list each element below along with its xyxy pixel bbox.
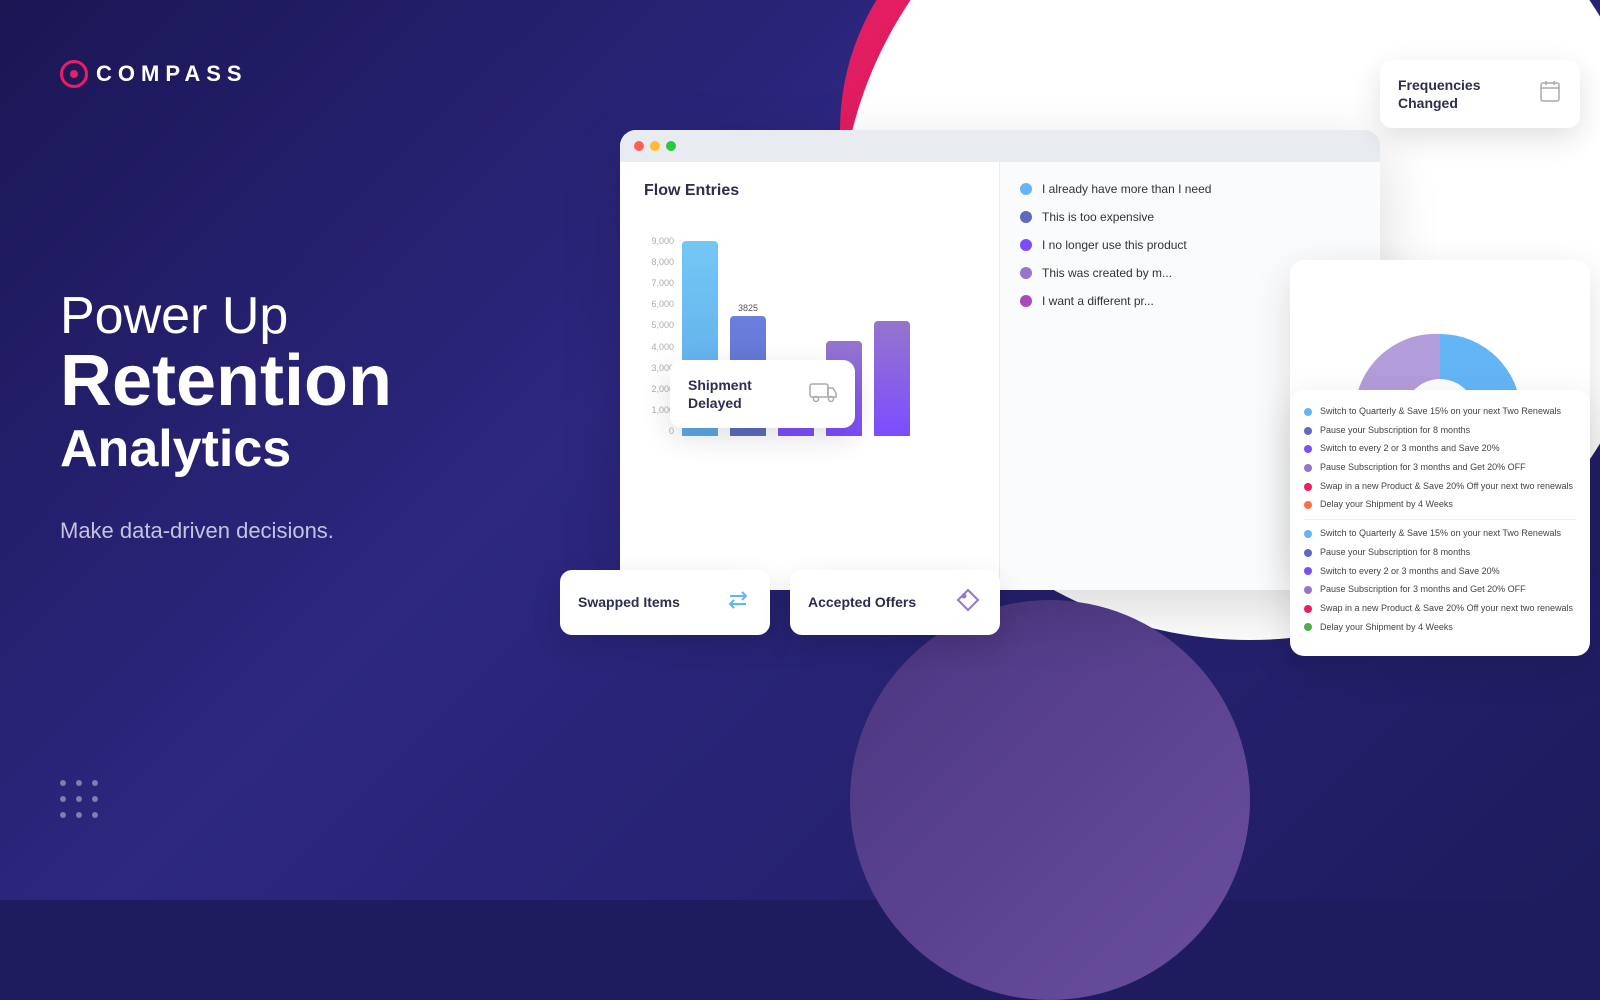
logo: COMPASS	[60, 60, 620, 88]
list-text: Pause your Subscription for 8 months	[1320, 425, 1470, 437]
reason-item-3: I no longer use this product	[1020, 238, 1360, 252]
list-dot	[1304, 567, 1312, 575]
reason-text: I want a different pr...	[1042, 294, 1154, 308]
reason-text: This was created by m...	[1042, 266, 1172, 280]
list-item: Pause your Subscription for 8 months	[1304, 425, 1576, 437]
y-label: 5,000	[644, 320, 674, 330]
y-label: 4,000	[644, 342, 674, 352]
list-dot	[1304, 530, 1312, 538]
list-dot	[1304, 464, 1312, 472]
list-dot	[1304, 586, 1312, 594]
list-item: Pause Subscription for 3 months and Get …	[1304, 584, 1576, 596]
list-dot	[1304, 427, 1312, 435]
left-panel: COMPASS Power Up Retention Analytics Mak…	[60, 0, 620, 900]
reason-dot	[1020, 183, 1032, 195]
reason-dot	[1020, 239, 1032, 251]
list-item: Swap in a new Product & Save 20% Off you…	[1304, 603, 1576, 615]
list-item: Swap in a new Product & Save 20% Off you…	[1304, 481, 1576, 493]
frequencies-title: Frequencies Changed	[1398, 76, 1538, 112]
y-label: 9,000	[644, 236, 674, 246]
hero-line2: Retention	[60, 345, 620, 417]
list-text: Switch to Quarterly & Save 15% on your n…	[1320, 406, 1561, 418]
chart-title: Flow Entries	[644, 182, 975, 200]
list-text: Pause Subscription for 3 months and Get …	[1320, 462, 1526, 474]
right-panel: Frequencies Changed Flow Entries	[540, 0, 1600, 900]
accepted-title: Accepted Offers	[808, 593, 916, 611]
swap-icon	[724, 586, 752, 619]
hero-line1: Power Up	[60, 288, 620, 345]
list-text: Delay your Shipment by 4 Weeks	[1320, 622, 1453, 634]
reason-item-2: This is too expensive	[1020, 210, 1360, 224]
list-text: Delay your Shipment by 4 Weeks	[1320, 499, 1453, 511]
reason-text: This is too expensive	[1042, 210, 1154, 224]
reason-dot	[1020, 295, 1032, 307]
close-button-dot	[634, 141, 644, 151]
list-dot	[1304, 623, 1312, 631]
hero-text: Power Up Retention Analytics Make data-d…	[60, 288, 620, 544]
list-text: Switch to Quarterly & Save 15% on your n…	[1320, 528, 1561, 540]
y-label: 7,000	[644, 278, 674, 288]
calendar-icon	[1538, 79, 1562, 109]
hero-line3: Analytics	[60, 421, 620, 478]
list-item: Delay your Shipment by 4 Weeks	[1304, 499, 1576, 511]
list-dot	[1304, 549, 1312, 557]
list-text: Pause Subscription for 3 months and Get …	[1320, 584, 1526, 596]
y-label: 8,000	[644, 257, 674, 267]
list-dot	[1304, 483, 1312, 491]
list-item: Switch to Quarterly & Save 15% on your n…	[1304, 406, 1576, 418]
reason-text: I already have more than I need	[1042, 182, 1211, 196]
list-text: Switch to every 2 or 3 months and Save 2…	[1320, 443, 1500, 455]
list-text: Swap in a new Product & Save 20% Off you…	[1320, 603, 1573, 615]
list-dot	[1304, 408, 1312, 416]
list-dot	[1304, 501, 1312, 509]
shipment-title: Shipment Delayed	[688, 376, 809, 412]
offers-list-card: Switch to Quarterly & Save 15% on your n…	[1290, 390, 1590, 656]
shipment-delayed-card: Shipment Delayed	[670, 360, 855, 428]
list-text: Swap in a new Product & Save 20% Off you…	[1320, 481, 1573, 493]
bar-5	[874, 321, 910, 436]
list-item: Delay your Shipment by 4 Weeks	[1304, 622, 1576, 634]
accepted-offers-card: Accepted Offers	[790, 570, 1000, 635]
reason-dot	[1020, 211, 1032, 223]
reason-dot	[1020, 267, 1032, 279]
list-dot	[1304, 445, 1312, 453]
list-text: Pause your Subscription for 8 months	[1320, 547, 1470, 559]
list-item: Pause your Subscription for 8 months	[1304, 547, 1576, 559]
list-text: Switch to every 2 or 3 months and Save 2…	[1320, 566, 1500, 578]
frequencies-changed-card: Frequencies Changed	[1380, 60, 1580, 128]
list-dot	[1304, 605, 1312, 613]
reason-item-1: I already have more than I need	[1020, 182, 1360, 196]
brand-name: COMPASS	[96, 61, 248, 87]
reason-text: I no longer use this product	[1042, 238, 1187, 252]
y-label: 0	[644, 426, 674, 436]
minimize-button-dot	[650, 141, 660, 151]
list-item: Pause Subscription for 3 months and Get …	[1304, 462, 1576, 474]
list-item: Switch to every 2 or 3 months and Save 2…	[1304, 443, 1576, 455]
y-label: 6,000	[644, 299, 674, 309]
compass-icon	[60, 60, 88, 88]
list-item: Switch to Quarterly & Save 15% on your n…	[1304, 528, 1576, 540]
list-divider	[1304, 519, 1576, 520]
list-item: Switch to every 2 or 3 months and Save 2…	[1304, 566, 1576, 578]
tag-icon	[954, 586, 982, 619]
hero-subtitle: Make data-driven decisions.	[60, 518, 620, 544]
monitor-top-bar	[620, 130, 1380, 162]
truck-icon	[809, 380, 837, 408]
maximize-button-dot	[666, 141, 676, 151]
